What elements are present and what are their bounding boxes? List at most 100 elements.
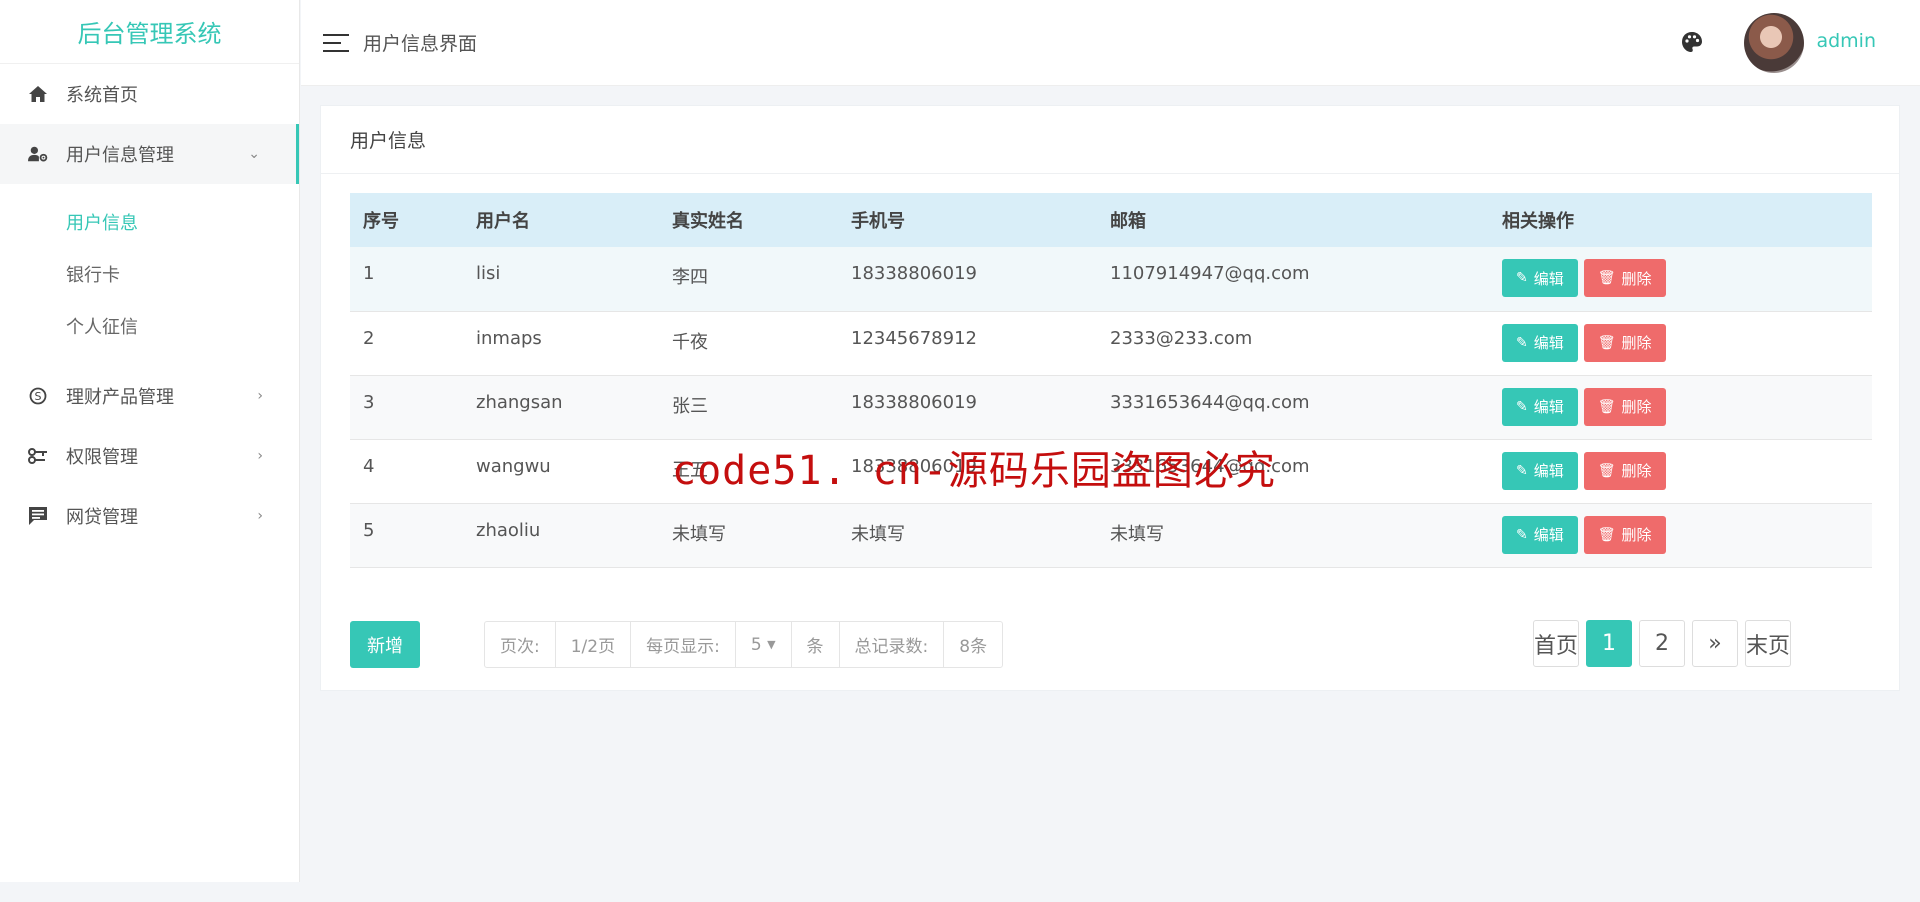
actions-cell: ✎ 编辑 🗑 删除 (1489, 503, 1872, 567)
per-page-label: 每页显示: (631, 622, 736, 667)
pager-last[interactable]: 末页 (1744, 620, 1791, 667)
delete-button[interactable]: 🗑 删除 (1583, 259, 1666, 297)
table-cell: 1 (363, 263, 375, 284)
table-cell: 5 (363, 519, 375, 541)
nav-item-label: 网贷管理 (66, 507, 138, 528)
nav-item-p2p-loans[interactable]: 网贷管理 › (0, 486, 299, 546)
delete-button[interactable]: 🗑 删除 (1583, 387, 1666, 426)
pager-next[interactable]: » (1691, 620, 1738, 667)
caret-down-icon: ▼ (767, 638, 776, 651)
table-row: 1 lisi 李四 18338806019 1107914947@qq.com ✎ 编辑 🗑 删… (350, 247, 1872, 311)
sidebar: 后台管理系统 系统首页 用户信息管理 ⌄ 用户信息 银行卡 个人征信 S 理财产… (0, 0, 300, 882)
nav-item-permissions[interactable]: 权限管理 › (0, 426, 299, 486)
actions-cell: ✎ 编辑 🗑 删除 (1489, 247, 1872, 311)
edit-label: 编辑 (1533, 269, 1564, 288)
sidebar-subitem-bank-card[interactable]: 银行卡 (0, 248, 299, 300)
pencil-icon: ✎ (1516, 334, 1528, 351)
table-cell: 3 (363, 391, 375, 413)
pencil-icon: ✎ (1516, 462, 1528, 479)
table-cell: 千夜 (672, 331, 708, 353)
add-button[interactable]: 新增 (350, 621, 420, 668)
submenu: 用户信息 银行卡 个人征信 (0, 184, 299, 366)
pencil-icon: ✎ (1516, 270, 1528, 286)
pager-first[interactable]: 首页 (1532, 620, 1579, 667)
top-header: 用户信息界面 admin (301, 0, 1920, 86)
chevron-right-icon: › (257, 508, 263, 524)
user-gear-icon (28, 144, 48, 164)
delete-label: 删除 (1621, 398, 1652, 416)
delete-button[interactable]: 🗑 删除 (1583, 451, 1666, 490)
key-icon (28, 446, 48, 466)
nav-item-home[interactable]: 系统首页 (0, 64, 299, 124)
svg-text:S: S (35, 390, 42, 403)
actions-cell: ✎ 编辑 🗑 删除 (1489, 439, 1872, 503)
pager-page-1[interactable]: 1 (1585, 620, 1632, 667)
table-cell: 4 (363, 455, 375, 477)
avatar[interactable] (1744, 13, 1804, 73)
edit-button[interactable]: ✎ 编辑 (1502, 323, 1578, 362)
sidebar-subitem-credit[interactable]: 个人征信 (0, 300, 299, 352)
edit-button[interactable]: ✎ 编辑 (1502, 259, 1578, 297)
trash-icon: 🗑 (1597, 526, 1616, 543)
table-cell: 未填写 (672, 523, 726, 545)
nav-item-user-info-management[interactable]: 用户信息管理 ⌄ (0, 124, 299, 184)
pagination: 首页 1 2 » 末页 (1532, 620, 1791, 667)
table-cell: 1107914947@qq.com (1110, 263, 1310, 284)
delete-label: 删除 (1621, 462, 1652, 480)
chevron-right-icon: › (257, 388, 263, 404)
column-header: 相关操作 (1502, 211, 1574, 232)
edit-label: 编辑 (1533, 398, 1564, 416)
per-page-value: 5 (750, 634, 762, 655)
watermark: code51. cn-源码乐园盗图必究 (672, 448, 1276, 494)
table-cell: 2333@233.com (1110, 327, 1253, 349)
column-header: 邮箱 (1110, 211, 1146, 232)
edit-label: 编辑 (1533, 334, 1564, 352)
menu-toggle-icon[interactable] (323, 33, 349, 52)
page-value: 1/2页 (556, 622, 632, 667)
column-header: 序号 (363, 211, 399, 232)
home-icon (28, 84, 48, 104)
nav-item-label: 系统首页 (66, 85, 138, 106)
table-cell: inmaps (476, 327, 542, 349)
table-cell: 未填写 (1110, 523, 1164, 545)
delete-button[interactable]: 🗑 删除 (1583, 323, 1666, 362)
table-cell: zhaoliu (476, 519, 541, 541)
nav-item-label: 用户信息管理 (66, 145, 174, 166)
panel-title: 用户信息 (321, 106, 1899, 174)
table-cell: 张三 (672, 395, 708, 417)
pencil-icon: ✎ (1516, 398, 1528, 415)
chevron-right-icon: › (257, 448, 263, 464)
table-header-row: 序号 用户名 真实姓名 手机号 邮箱 相关操作 (350, 193, 1872, 247)
nav-item-finance-products[interactable]: S 理财产品管理 › (0, 366, 299, 426)
table-row: 5 zhaoliu 未填写 未填写 未填写 ✎ 编辑 🗑 删除 (350, 503, 1872, 567)
edit-button[interactable]: ✎ 编辑 (1502, 387, 1578, 426)
table-cell: wangwu (476, 455, 551, 477)
user-table: 序号 用户名 真实姓名 手机号 邮箱 相关操作 1 lisi 李四 183388060… (350, 193, 1872, 568)
delete-label: 删除 (1621, 526, 1652, 544)
table-cell: 12345678912 (851, 327, 977, 349)
table-cell: lisi (476, 263, 501, 284)
table-cell: 3331653644@qq.com (1110, 391, 1310, 413)
pager-page-2[interactable]: 2 (1638, 620, 1685, 667)
trash-icon: 🗑 (1597, 462, 1616, 479)
sidebar-subitem-user-info[interactable]: 用户信息 (0, 196, 299, 248)
user-info-panel: 用户信息 序号 用户名 真实姓名 手机号 邮箱 相关操作 1 lisi 李四 1833… (320, 105, 1900, 691)
table-cell: 2 (363, 327, 375, 349)
table-row: 2 inmaps 千夜 12345678912 2333@233.com ✎ 编辑 🗑 删除 (350, 311, 1872, 375)
palette-icon[interactable] (1680, 30, 1704, 54)
edit-button[interactable]: ✎ 编辑 (1502, 515, 1578, 554)
table-cell: 李四 (672, 267, 708, 288)
trash-icon: 🗑 (1597, 334, 1616, 351)
edit-label: 编辑 (1533, 526, 1564, 544)
page-label: 页次: (485, 622, 556, 667)
column-header: 用户名 (476, 211, 530, 232)
username-link[interactable]: admin (1816, 30, 1876, 52)
total-value: 8条 (959, 637, 988, 657)
delete-label: 删除 (1621, 334, 1652, 352)
page-title: 用户信息界面 (363, 33, 478, 55)
table-cell: 未填写 (851, 523, 905, 545)
brand-title: 后台管理系统 (0, 0, 299, 64)
edit-button[interactable]: ✎ 编辑 (1502, 451, 1578, 490)
per-page-select[interactable]: 5 ▼ (736, 622, 792, 667)
delete-button[interactable]: 🗑 删除 (1583, 515, 1666, 554)
